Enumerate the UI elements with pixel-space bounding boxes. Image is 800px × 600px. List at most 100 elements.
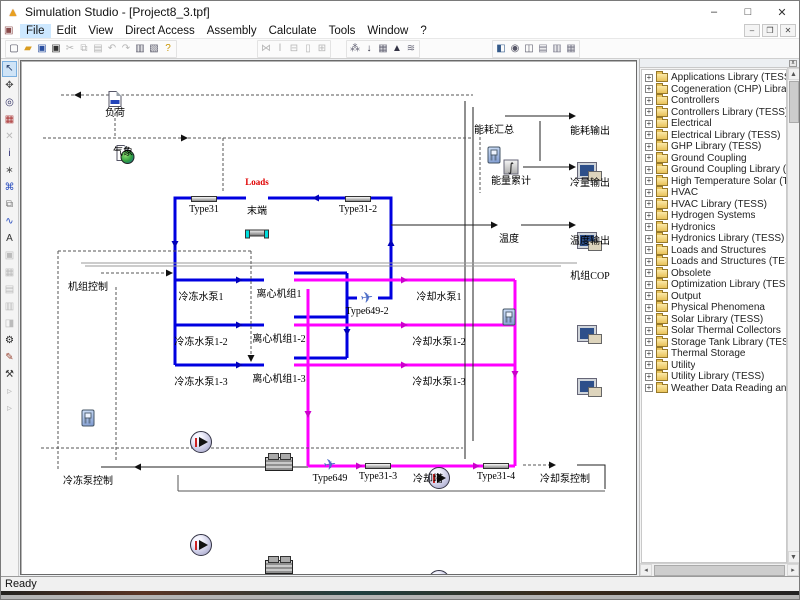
tree-horizontal-scrollbar[interactable]: ◂ ▸ [640,563,799,576]
menu-window[interactable]: Window [361,24,414,38]
tool-20-icon[interactable]: ▹ [2,384,17,400]
chiller1-icon[interactable] [265,457,293,471]
tool-11-icon[interactable]: A [2,231,17,247]
toolbar-icon-1-1[interactable]: ▢ [7,41,21,56]
expand-icon[interactable]: + [645,281,653,289]
tree-item-storage-tank-library-tess[interactable]: +Storage Tank Library (TESS) [642,337,786,349]
tree-item-applications-library-tess[interactable]: +Applications Library (TESS) [642,72,786,84]
tree-item-loads-and-structures[interactable]: +Loads and Structures [642,245,786,257]
unit-ctrl-icon[interactable] [82,410,95,427]
tree-item-cogeneration-chp-library-tess[interactable]: +Cogeneration (CHP) Library (TESS) [642,84,786,96]
toolbar-icon-4-2[interactable]: ◉ [508,41,522,56]
toolbar-icon-2-4[interactable]: ▯ [301,41,315,56]
tree-item-ghp-library-tess[interactable]: +GHP Library (TESS) [642,141,786,153]
tree-item-optimization-library-tess[interactable]: +Optimization Library (TESS) [642,279,786,291]
expand-icon[interactable]: + [645,373,653,381]
tool-17-icon[interactable]: ⚙ [2,333,17,349]
expand-icon[interactable]: + [645,131,653,139]
tree-item-output[interactable]: +Output [642,291,786,303]
tool-18-icon[interactable]: ✎ [2,350,17,366]
toolbar-icon-2-1[interactable]: ⋈ [259,41,273,56]
mdi-close-icon[interactable]: ✕ [780,24,796,37]
temp-calc-icon[interactable] [503,309,516,326]
type31-4-icon[interactable] [483,463,509,469]
menu-file[interactable]: File [20,24,51,38]
project-canvas[interactable]: 负荷气象Type31Loads末端Type31-2能耗汇总能耗输出∫能量累计冷量… [20,60,637,575]
menu-calculate[interactable]: Calculate [263,24,323,38]
toolbar-icon-1-11[interactable]: ▧ [147,41,161,56]
expand-icon[interactable]: + [645,315,653,323]
menu-?[interactable]: ? [414,24,432,38]
expand-icon[interactable]: + [645,246,653,254]
load-file-icon[interactable] [109,91,122,107]
expand-icon[interactable]: + [645,177,653,185]
toolbar-icon-1-2[interactable]: ▰ [21,41,35,56]
toolbar-icon-1-9[interactable]: ↷ [119,41,133,56]
toolbar-icon-3-5[interactable]: ≋ [404,41,418,56]
tool-2-icon[interactable]: ✥ [2,78,17,94]
toolbar-icon-1-6[interactable]: ⧉ [77,41,91,56]
unit-cop-icon[interactable] [578,379,602,397]
tree-item-solar-thermal-collectors[interactable]: +Solar Thermal Collectors [642,325,786,337]
type649-icon[interactable]: ✈ [323,457,338,474]
toolbar-icon-1-4[interactable]: ▣ [49,41,63,56]
tree-item-controllers[interactable]: +Controllers [642,95,786,107]
tool-3-icon[interactable]: ◎ [2,95,17,111]
toolbar-icon-1-3[interactable]: ▣ [35,41,49,56]
expand-icon[interactable]: + [645,74,653,82]
expand-icon[interactable]: + [645,166,653,174]
energy-acc-icon[interactable]: ∫ [504,160,519,175]
scroll-left-icon[interactable]: ◂ [640,564,652,576]
scroll-thumb[interactable] [789,81,799,123]
toolbar-icon-1-5[interactable]: ✂ [63,41,77,56]
scroll-thumb[interactable] [654,565,785,576]
toolbar-icon-4-4[interactable]: ▤ [536,41,550,56]
close-icon[interactable]: ✕ [765,1,799,23]
tool-1-icon[interactable]: ↖ [2,61,17,77]
panel-close-icon[interactable]: x [789,60,797,67]
expand-icon[interactable]: + [645,258,653,266]
expand-icon[interactable]: + [645,200,653,208]
tool-15-icon[interactable]: ▥ [2,299,17,315]
tool-8-icon[interactable]: ⌘ [2,180,17,196]
toolbar-icon-2-5[interactable]: ⊞ [315,41,329,56]
toolbar-icon-4-1[interactable]: ◧ [494,41,508,56]
tool-6-icon[interactable]: i [2,146,17,162]
expand-icon[interactable]: + [645,292,653,300]
scroll-down-icon[interactable]: ▼ [788,551,800,563]
menu-assembly[interactable]: Assembly [201,24,263,38]
toolbar-icon-4-3[interactable]: ◫ [522,41,536,56]
tool-19-icon[interactable]: ⚒ [2,367,17,383]
tree-item-high-temperature-solar-tess[interactable]: +High Temperature Solar (TESS) [642,176,786,188]
expand-icon[interactable]: + [645,108,653,116]
type31-icon[interactable] [191,196,217,202]
menu-edit[interactable]: Edit [51,24,83,38]
menu-tools[interactable]: Tools [323,24,362,38]
tool-7-icon[interactable]: ∗ [2,163,17,179]
toolbar-icon-1-7[interactable]: ▤ [91,41,105,56]
menu-direct-access[interactable]: Direct Access [119,24,201,38]
expand-icon[interactable]: + [645,223,653,231]
type31-2-icon[interactable] [345,196,371,202]
toolbar-icon-1-8[interactable]: ↶ [105,41,119,56]
expand-icon[interactable]: + [645,350,653,358]
maximize-icon[interactable]: □ [731,1,765,23]
scroll-right-icon[interactable]: ▸ [787,564,799,576]
mdi-restore-icon[interactable]: ❐ [762,24,778,37]
tree-item-utility[interactable]: +Utility [642,360,786,372]
menu-view[interactable]: View [82,24,119,38]
chw-pump1-icon[interactable] [190,431,212,453]
toolbar-icon-3-3[interactable]: ▦ [376,41,390,56]
tool-4-icon[interactable]: ▦ [2,112,17,128]
expand-icon[interactable]: + [645,97,653,105]
toolbar-icon-3-2[interactable]: ↓ [362,41,376,56]
toolbar-icon-1-12[interactable]: ? [161,41,175,56]
tree-item-obsolete[interactable]: +Obsolete [642,268,786,280]
tree-item-electrical[interactable]: +Electrical [642,118,786,130]
type649-2-icon[interactable]: ✈ [360,290,375,307]
tool-9-icon[interactable]: ⧉ [2,197,17,213]
expand-icon[interactable]: + [645,304,653,312]
expand-icon[interactable]: + [645,327,653,335]
toolbar-icon-1-10[interactable]: ▥ [133,41,147,56]
temp-out-icon[interactable] [578,326,602,344]
